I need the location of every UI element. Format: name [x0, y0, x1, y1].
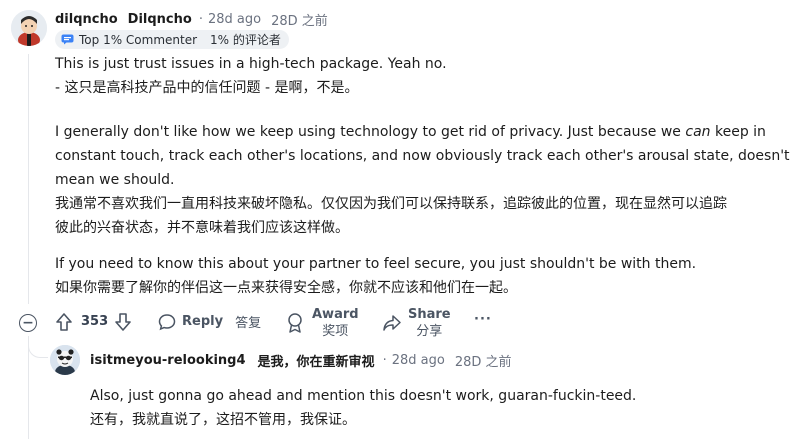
reply-label-translation: 答复: [235, 316, 262, 331]
author-display-name[interactable]: Dilqncho: [128, 12, 192, 27]
reply-text: Also, just gonna go ahead and mention th…: [90, 388, 637, 404]
upvote-button[interactable]: [55, 312, 73, 332]
reply-header: isitmeyou-relooking4 是我，你在重新审视 · 28d ago…: [90, 351, 512, 370]
paragraph-translation-line: 我通常不喜欢我们一直用科技来破坏隐私。仅仅因为我们可以保持联系，追踪彼此的位置，…: [55, 196, 727, 212]
comment-header: dilqncho Dilqncho · 28d ago 28D 之前: [55, 10, 328, 29]
award-label: Award: [312, 307, 359, 322]
author-username[interactable]: isitmeyou-relooking4: [90, 353, 246, 368]
avatar[interactable]: [11, 10, 47, 46]
flair-label: Top 1% Commenter: [79, 32, 198, 47]
author-username[interactable]: dilqncho: [55, 12, 118, 27]
award-button[interactable]: Award 奖项: [286, 306, 359, 340]
reply-body: Also, just gonna go ahead and mention th…: [90, 384, 636, 432]
comment-paragraph: If you need to know this about your part…: [55, 252, 696, 300]
timestamp[interactable]: 28d ago: [392, 353, 445, 368]
comment-paragraph: This is just trust issues in a high-tech…: [55, 52, 447, 100]
comment-action-bar: − 353 Reply 答复 Award 奖项 Share 分享 ···: [0, 306, 806, 340]
paragraph-text-line: I generally don't like how we keep using…: [55, 120, 790, 144]
upvote-icon: [56, 313, 72, 331]
downvote-icon: [115, 313, 131, 331]
avatar[interactable]: [50, 345, 80, 375]
share-label-translation: 分享: [416, 324, 443, 339]
author-username-translation: 是我，你在重新审视: [257, 354, 375, 370]
user-flair: Top 1% Commenter 1% 的评论者: [55, 30, 289, 49]
text-run: keep in: [710, 124, 766, 140]
paragraph-text-line: mean we should.: [55, 172, 175, 188]
comment-bubble-icon: [158, 313, 176, 330]
award-label-translation: 奖项: [322, 324, 349, 339]
thread-connector: [28, 336, 48, 358]
collapse-icon: −: [22, 315, 34, 331]
reply-translation: 还有，我就直说了，这招不管用，我保证。: [90, 412, 356, 428]
share-label: Share: [408, 307, 451, 322]
paragraph-text: If you need to know this about your part…: [55, 256, 697, 272]
paragraph-translation: - 这只是高科技产品中的信任问题 - 是啊，不是。: [55, 80, 359, 96]
separator: ·: [198, 11, 203, 27]
paragraph-text-line: constant touch, track each other's locat…: [55, 148, 790, 164]
thread-line: [28, 54, 29, 304]
paragraph-translation-line: 彼此的兴奋状态，并不意味着我们应该这样做。: [55, 220, 349, 236]
comment-paragraph: I generally don't like how we keep using…: [55, 120, 790, 240]
more-icon: ···: [474, 312, 492, 327]
award-icon: [288, 313, 302, 333]
separator: ·: [382, 352, 387, 368]
timestamp[interactable]: 28d ago: [208, 12, 261, 27]
timestamp-translation: 28D 之前: [271, 13, 328, 29]
emphasis-text: can: [685, 124, 711, 140]
vote-score: 353: [81, 314, 109, 329]
paragraph-text: This is just trust issues in a high-tech…: [55, 56, 447, 72]
commenter-flair-icon: [61, 34, 74, 45]
reply-button[interactable]: Reply 答复: [158, 312, 261, 331]
timestamp-translation: 28D 之前: [454, 354, 512, 370]
reply-label: Reply: [182, 314, 224, 329]
paragraph-translation: 如果你需要了解你的伴侣这一点来获得安全感，你就不应该和他们在一起。: [55, 280, 517, 296]
text-run: I generally don't like how we keep using…: [55, 124, 686, 140]
share-button[interactable]: Share 分享: [382, 306, 451, 340]
downvote-button[interactable]: [114, 312, 132, 332]
share-icon: [383, 315, 401, 331]
collapse-thread-button[interactable]: −: [19, 314, 37, 332]
flair-label-translation: 1% 的评论者: [210, 33, 281, 47]
more-options-button[interactable]: ···: [474, 312, 492, 327]
